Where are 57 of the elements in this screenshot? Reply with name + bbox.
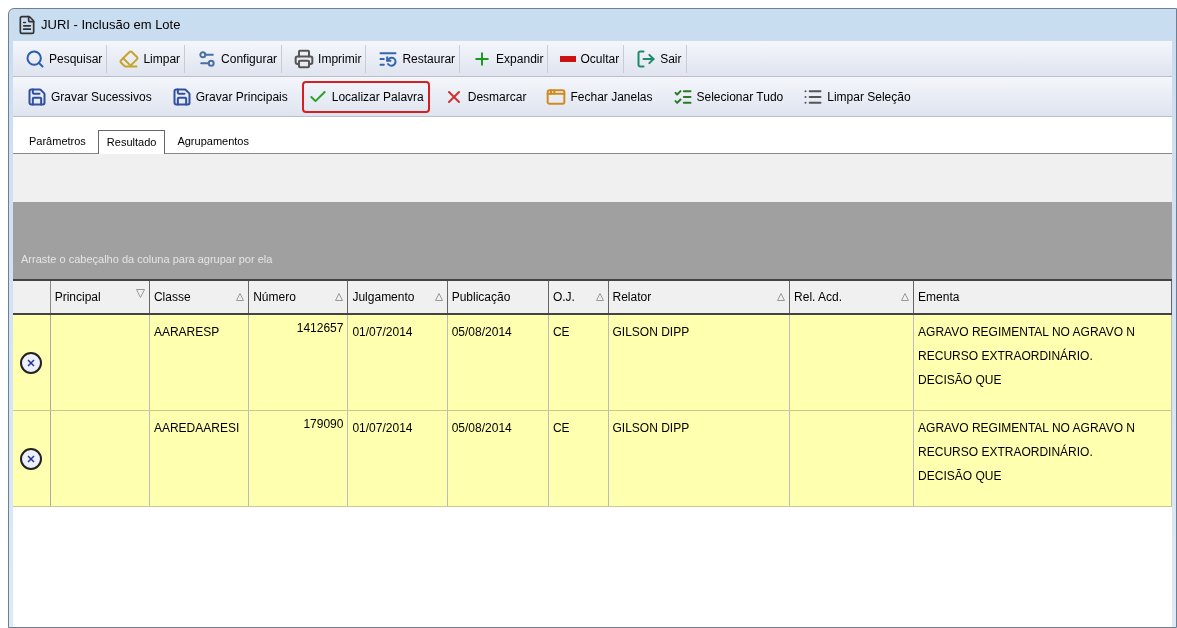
column-header[interactable]: Relator	[608, 281, 791, 313]
column-header[interactable]: Principal	[50, 281, 150, 313]
toolbar-button[interactable]: Ocultar	[556, 44, 625, 73]
bar-icon	[560, 55, 577, 62]
column-header[interactable]: Rel. Acd.	[790, 281, 915, 313]
column-header[interactable]: O.J.	[548, 281, 609, 313]
table-cell: CE	[552, 421, 570, 435]
close-circle-icon[interactable]	[19, 446, 44, 471]
table-cell: GILSON DIPP	[612, 325, 690, 339]
toolbar-button[interactable]: Fechar Janelas	[540, 80, 659, 113]
table-cell: CE	[552, 325, 570, 339]
table-cell: AGRAVO REGIMENTAL NO AGRAVO N RECURSO EXTRAORDINÁRIO. DECISÃO QUE	[918, 421, 1136, 483]
window-title: JURI - Inclusão em Lote	[41, 16, 181, 35]
close-circle-icon[interactable]	[19, 350, 44, 375]
table-row[interactable]: AAREDAARESI 179090 01/07/2014 05/08/2014 CE GILSON DIPP AGRAVO REGIMENTAL NO AGRAVO N RECURSO EXTRAORDINÁRIO. DECISÃO QUE	[13, 411, 1172, 507]
toolbar-button[interactable]: Restaurar	[374, 44, 461, 73]
toolbar-button[interactable]: Sair	[632, 44, 687, 73]
column-header[interactable]: Número	[249, 281, 349, 313]
tab[interactable]: Resultado	[97, 130, 166, 154]
column-header[interactable]: Classe	[149, 281, 250, 313]
column-header[interactable]: Julgamento	[348, 281, 448, 313]
table-cell: 01/07/2014	[352, 421, 413, 435]
floppy-icon	[171, 86, 192, 107]
toolbar-button[interactable]: Limpar Seleção	[797, 80, 917, 113]
toolbar-button[interactable]: Desmarcar	[437, 80, 533, 113]
toolbar-button[interactable]: Localizar Palavra	[301, 80, 430, 113]
eraser-icon	[119, 48, 140, 69]
table-cell-text: 179090	[303, 416, 344, 433]
table-cell: AARARESP	[153, 325, 220, 339]
toolbar-button[interactable]: Gravar Sucessivos	[21, 80, 158, 113]
toolbar-button[interactable]: Limpar	[115, 44, 186, 73]
table-cell: AGRAVO REGIMENTAL NO AGRAVO N RECURSO EXTRAORDINÁRIO. DECISÃO QUE	[918, 325, 1136, 387]
column-header[interactable]: Ementa	[914, 281, 1172, 313]
search-icon	[25, 48, 45, 69]
table-cell: GILSON DIPP	[612, 421, 690, 435]
table-cell: 05/08/2014	[451, 421, 512, 435]
settings-icon	[197, 48, 218, 69]
toolbar-button[interactable]: Pesquisar	[21, 44, 108, 73]
toolbar-button[interactable]: Expandir	[468, 44, 549, 73]
toolbar-button[interactable]: Selecionar Tudo	[666, 80, 790, 113]
exit-icon	[636, 48, 657, 69]
table-cell-text: 1412657	[296, 320, 344, 337]
tab[interactable]: Agrupamentos	[169, 129, 257, 153]
windows-icon	[546, 86, 567, 107]
table-cell: AAREDAARESI	[153, 421, 240, 435]
table-row[interactable]: AARARESP 1412657 01/07/2014 05/08/2014 CE GILSON DIPP AGRAVO REGIMENTAL NO AGRAVO N RECURSO EXTRAORDINÁRIO. DECISÃO QUE	[13, 315, 1172, 411]
app-icon	[17, 15, 37, 35]
printer-icon	[294, 48, 315, 69]
table-cell: 05/08/2014	[451, 325, 512, 339]
toolbar-button[interactable]: Imprimir	[290, 44, 367, 73]
toolbar-button[interactable]: Gravar Principais	[165, 80, 294, 113]
group-hint: Arraste o cabeçalho da coluna para agrupar por ela	[21, 251, 273, 267]
toolbar-button[interactable]: Configurar	[193, 44, 283, 73]
floppy-icon	[27, 86, 47, 107]
table-cell: 01/07/2014	[352, 325, 413, 339]
column-header[interactable]: Publicação	[447, 281, 549, 313]
tab[interactable]: Parâmetros	[21, 129, 94, 153]
